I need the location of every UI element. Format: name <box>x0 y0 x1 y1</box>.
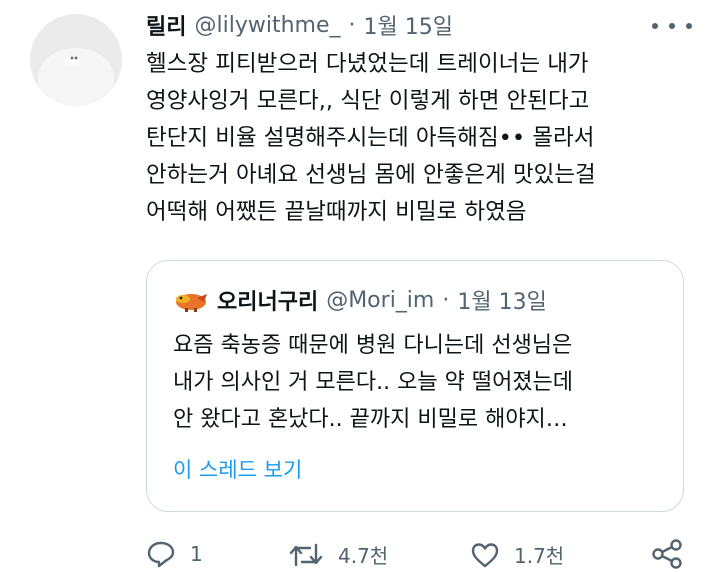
tweet-text-line: 헬스장 피티받으러 다녔었는데 트레이너는 내가 <box>146 51 589 77</box>
separator-dot: · <box>348 12 356 38</box>
share-icon <box>652 539 682 569</box>
retweet-icon <box>289 543 323 566</box>
quoted-tweet-header: 오리너구리 @Mori_im · 1월 13일 <box>173 283 547 317</box>
like-count: 1.7천 <box>514 544 565 568</box>
quoted-text-line: 요즘 축농증 때문에 병원 다니는데 선생님은 <box>173 333 573 358</box>
quoted-author-handle[interactable]: @Mori_im <box>326 288 434 313</box>
quoted-tweet[interactable]: 오리너구리 @Mori_im · 1월 13일 요즘 축농증 때문에 병원 다니… <box>146 260 684 512</box>
retweet-button[interactable]: 4.7천 <box>288 540 388 569</box>
tweet-actions: 1 4.7천 1.7천 <box>0 536 720 572</box>
quoted-tweet-text: 요즘 축농증 때문에 병원 다니는데 선생님은 내가 의사인 거 모른다.. 오… <box>173 327 673 438</box>
reply-icon <box>147 541 175 568</box>
quoted-author-name[interactable]: 오리너구리 <box>217 284 318 316</box>
reply-button[interactable]: 1 <box>146 540 203 568</box>
tweet-text: 헬스장 피티받으러 다녔었는데 트레이너는 내가 영양사잉거 모른다,, 식단 … <box>146 46 706 231</box>
author-handle[interactable]: @lilywithme_ <box>194 13 340 38</box>
tweet-text-line: 탄단지 비율 설명해주시는데 아득해짐•• 몰라서 <box>146 125 595 151</box>
quoted-author-avatar[interactable] <box>173 286 209 314</box>
author-avatar[interactable] <box>30 14 122 106</box>
tweet-text-line: 영양사잉거 모른다,, 식단 이렇게 하면 안된다고 <box>146 88 590 114</box>
show-thread-link[interactable]: 이 스레드 보기 <box>173 455 302 485</box>
separator-dot: · <box>442 287 450 313</box>
retweet-count: 4.7천 <box>338 544 389 568</box>
quoted-text-line: 내가 의사인 거 모른다.. 오늘 약 떨어졌는데 <box>173 370 574 395</box>
tweet-text-line: 안하는거 아녜요 선생님 몸에 안좋은게 맛있는걸 <box>146 162 596 188</box>
tweet-date[interactable]: 1월 15일 <box>363 9 452 41</box>
like-icon <box>471 542 499 567</box>
tweet-header: 릴리 @lilywithme_ · 1월 15일 <box>146 8 453 42</box>
share-button[interactable] <box>650 538 684 570</box>
quoted-tweet-date[interactable]: 1월 13일 <box>457 284 546 316</box>
like-button[interactable]: 1.7천 <box>470 540 564 569</box>
quoted-text-line: 안 왔다고 혼났다.. 끝까지 비밀로 해야지… <box>173 407 568 432</box>
reply-count: 1 <box>190 542 203 566</box>
author-name[interactable]: 릴리 <box>146 9 186 41</box>
tweet-text-line: 어떡해 어쨌든 끝날때까지 비밀로 하였음 <box>146 199 527 225</box>
more-icon[interactable] <box>652 14 692 38</box>
